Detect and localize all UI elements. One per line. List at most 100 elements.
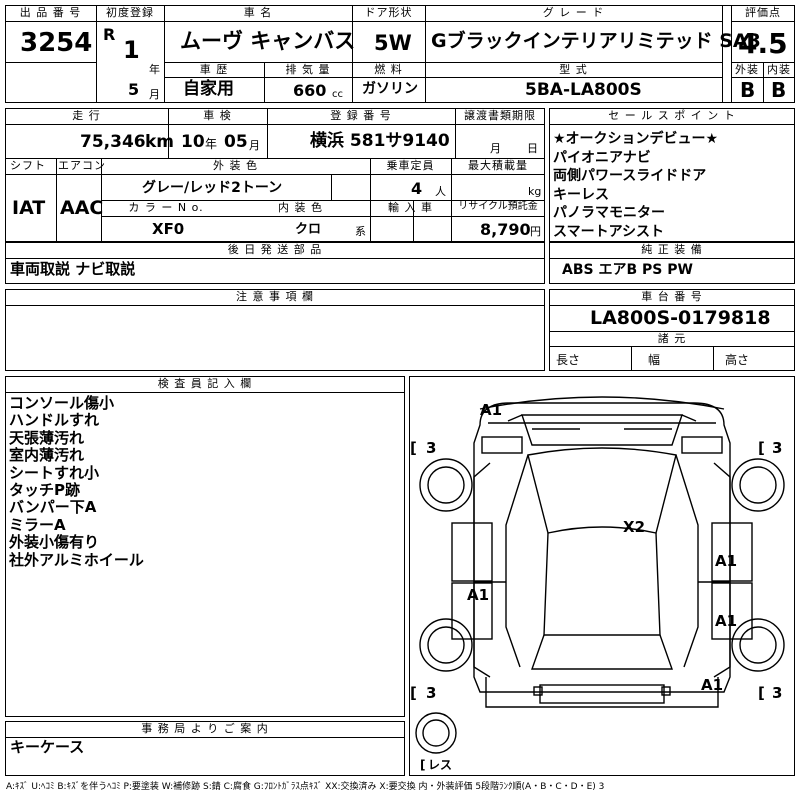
inspector-note-line: ミラーA (9, 515, 66, 534)
capacity: 4 (411, 179, 423, 198)
inspector-note-line: バンパー下A (9, 498, 97, 517)
windshield (527, 447, 677, 534)
capacity-unit: 人 (435, 185, 446, 198)
details-block (5, 108, 545, 242)
shift: IAT (12, 197, 46, 219)
damage-mark-left-rear-door: A1 (467, 586, 490, 604)
damage-mark-rear-right: A1 (701, 676, 724, 694)
tire-tread-front-right: 3 (772, 439, 783, 457)
inspector-note-line: タッチP跡 (9, 481, 80, 500)
tire-bracket-fl: [ (410, 439, 417, 457)
transfer-day-unit: 日 (527, 142, 538, 155)
history: 自家用 (183, 79, 234, 99)
chassis-number-label: 車 台 番 号 (641, 290, 703, 303)
interior-color: クロ (295, 222, 322, 237)
exterior-color-label: 外 装 色 (213, 159, 258, 172)
sales-point-item: キーレス (553, 186, 609, 203)
specs-label: 諸 元 (657, 332, 687, 345)
inspection-year: 10 (181, 132, 205, 152)
inspection-label: 車 検 (203, 109, 232, 122)
interior-color-label: 内 装 色 (278, 201, 323, 214)
car-diagram: [ [ [ [ [ 3 3 3 3 レス A1 X2 A1 A1 A1 A1 (409, 376, 795, 776)
inspection-year-unit: 年 (205, 137, 218, 151)
damage-mark-right-rear-door: A1 (715, 612, 738, 630)
first-registration-year: 1 (123, 36, 140, 64)
spare-tire (415, 712, 457, 754)
exterior-label: 外装 (735, 63, 759, 76)
inspector-note-line: 室内薄汚れ (9, 446, 85, 465)
air-conditioner-label: エアコン (58, 159, 106, 172)
later-parts-label: 後 日 発 送 部 品 (227, 243, 323, 256)
inspector-label: 検 査 員 記 入 欄 (157, 377, 253, 390)
door-type: 5W (374, 31, 412, 55)
interior-label: 内装 (767, 63, 791, 76)
color-number-label: カ ラ ー N o. (128, 201, 204, 214)
sales-points-list: ★オークションデビュー★ パイオニアナビ両側パワースライドドア キーレスパノラマモニ… (553, 130, 718, 241)
year-unit: 年 (149, 63, 160, 76)
grade-label: グ レ ー ド (542, 6, 605, 19)
tire-bracket-rr: [ (758, 684, 765, 702)
max-load-unit: kg (528, 185, 542, 198)
tire-tread-rear-left: 3 (426, 684, 437, 702)
inspection-month: 05 (224, 132, 248, 152)
inspector-note-line: 外装小傷有り (9, 533, 100, 552)
tire-tread-rear-right: 3 (772, 684, 783, 702)
interior-color-unit: 系 (355, 225, 366, 238)
damage-mark-roof: X2 (623, 518, 646, 536)
sales-points-label: セ ー ル ス ポ イ ン ト (608, 109, 736, 122)
mileage-label: 走 行 (72, 109, 101, 122)
damage-mark-front-bumper: A1 (480, 401, 503, 419)
inspector-notes: コンソール傷小 ハンドルすれ 天張薄汚れ 室内薄汚れ シートすれ小 タッチP跡 バンパー下A… (9, 394, 144, 569)
lot-number-label: 出 品 番 号 (19, 6, 82, 19)
score-label: 評価点 (745, 6, 781, 19)
inspector-note-line: コンソール傷小 (9, 394, 115, 412)
car-name-label: 車 名 (243, 6, 273, 19)
office-notice: キーケース (10, 738, 85, 756)
recycle-label: リサイクル預託金 (458, 201, 538, 212)
recycle-fee-unit: 円 (530, 225, 541, 238)
mileage: 75,346 (80, 132, 146, 152)
shift-label: シフト (10, 159, 46, 172)
interior-grade: B (771, 78, 787, 102)
era-letter: R (103, 25, 116, 44)
spare-bracket: [ (420, 758, 426, 772)
sales-point-item: パノラマモニター (553, 205, 665, 221)
inspector-note-line: 天張薄汚れ (9, 428, 85, 447)
history-label: 車 歴 (199, 63, 229, 76)
model-label: 型 式 (559, 63, 588, 76)
mileage-unit: km (145, 132, 175, 152)
damage-mark-right-front-door: A1 (715, 552, 738, 570)
car-outline (473, 402, 731, 693)
inspector-note-line: 社外アルミホイール (9, 550, 144, 569)
height-label: 高さ (725, 353, 750, 367)
length-label: 長さ (556, 353, 581, 367)
spare-tire-status: レス (428, 758, 453, 772)
fuel-label: 燃 料 (374, 63, 403, 76)
first-registration-label: 初度登録 (106, 6, 154, 19)
legend: A:ｷｽﾞ U:ﾍｺﾐ B:ｷｽﾞを伴うﾍｺﾐ P:要塗装 W:補修跡 S:錆 … (6, 782, 605, 792)
air-conditioner: AAC (60, 197, 104, 219)
genuine-equipment-label: 純 正 装 備 (641, 243, 703, 256)
sales-point-item: 両側パワースライドドア (553, 168, 707, 184)
inspector-note-line: シートすれ小 (9, 463, 100, 482)
lot-number: 3254 (20, 28, 93, 58)
sales-point-item: ★オークションデビュー★ (553, 131, 719, 147)
grade: Gブラックインテリアリミテッド SA3 (431, 30, 761, 52)
tire-tread-front-left: 3 (426, 439, 437, 457)
sales-point-item: パイオニアナビ (553, 149, 651, 166)
inspector-note-line: ハンドルすれ (9, 411, 100, 430)
month-unit: 月 (149, 88, 160, 101)
capacity-label: 乗車定員 (386, 159, 435, 172)
inspection-month-unit: 月 (249, 139, 260, 152)
displacement: 660 (293, 81, 327, 100)
plate-label: 登 録 番 号 (330, 109, 392, 122)
exterior-color: グレー/レッド2トーン (142, 180, 283, 196)
recycle-fee: 8,790 (480, 220, 531, 239)
chassis-number: LA800S-0179818 (590, 307, 771, 329)
door-type-label: ドア形状 (364, 6, 413, 19)
exterior-grade: B (740, 78, 756, 102)
car-name: ムーヴ キャンバス (180, 29, 356, 53)
later-parts: 車両取説 ナビ取説 (10, 260, 136, 278)
import-label: 輸 入 車 (388, 201, 433, 214)
first-registration-month: 5 (128, 80, 140, 99)
